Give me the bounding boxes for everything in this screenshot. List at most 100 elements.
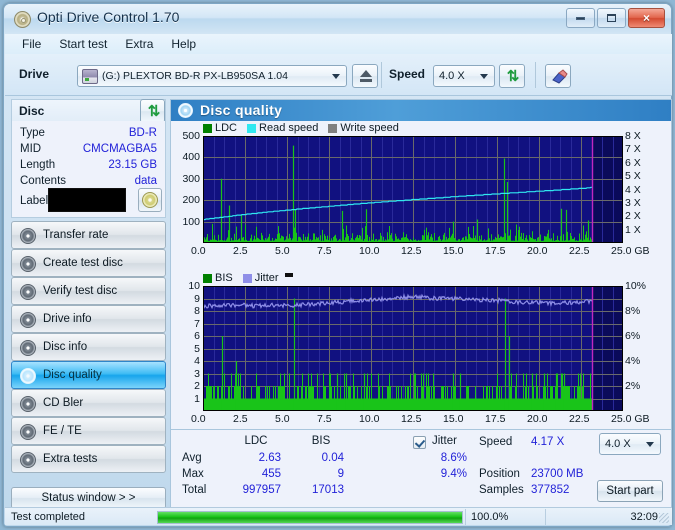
sidebar-item-label: Verify test disc [43, 285, 118, 297]
menu-item-file[interactable]: File [13, 35, 50, 53]
test-speed-select[interactable]: 4.0 X [599, 433, 661, 455]
stats-col-bis: BIS [311, 435, 331, 447]
drive-select[interactable]: (G:) PLEXTOR BD-R PX-LB950SA 1.04 [77, 65, 347, 87]
drive-select-value: (G:) PLEXTOR BD-R PX-LB950SA 1.04 [102, 70, 288, 82]
test-speed-select-value: 4.0 X [605, 438, 631, 450]
speed-label: Speed [389, 67, 426, 81]
axis-tick: 7.5 [317, 413, 332, 425]
drive-label: Drive [19, 67, 50, 81]
speed-select-value: 4.0 X [439, 70, 465, 82]
axis-tick: 400 [182, 151, 200, 164]
sidebar-item-disc-info[interactable]: Disc info [11, 333, 166, 361]
refresh-button[interactable]: ⇅ [499, 64, 525, 88]
disc-label-button[interactable] [138, 188, 162, 212]
stats-row-avg: Avg [182, 452, 202, 464]
status-percent: 100.0% [471, 511, 509, 523]
axis-tick: 25.0 GB [611, 245, 650, 257]
axis-tick: 2.5 [233, 245, 248, 257]
app-disc-icon [14, 11, 31, 28]
sidebar-item-fe-te[interactable]: FE / TE [11, 417, 166, 445]
axis-tick: 17.5 [485, 413, 506, 425]
disc-refresh-button[interactable]: ⇅ [140, 99, 165, 123]
disc-icon [20, 452, 36, 468]
chevron-down-icon [332, 74, 340, 79]
stats-position-label: Position [479, 468, 520, 480]
progress-bar-fill [158, 512, 462, 523]
ldc-read-speed-chart [203, 136, 623, 243]
axis-tick: 4 X [625, 183, 641, 196]
axis-tick: 12.5 [401, 245, 422, 257]
status-window-button[interactable]: Status window > > [11, 487, 166, 509]
stats-jitter-max: 9.4% [440, 468, 467, 480]
stats-col-ldc: LDC [244, 435, 268, 447]
axis-tick: 15.0 [443, 413, 464, 425]
axis-tick: 2 [194, 380, 200, 392]
eject-button[interactable] [352, 64, 378, 88]
stats-row-max: Max [182, 468, 204, 480]
close-button[interactable]: × [628, 8, 665, 28]
stats-ldc-max: 455 [261, 468, 281, 480]
legend-label-write-speed: Write speed [340, 122, 399, 134]
jitter-checkbox[interactable] [413, 436, 426, 449]
sidebar-item-label: Drive info [43, 313, 92, 325]
eject-icon [360, 70, 372, 82]
stats-ldc-avg: 2.63 [258, 452, 281, 464]
menu-item-help[interactable]: Help [162, 35, 205, 53]
top-chart-legend: LDC Read speed Write speed [203, 122, 406, 134]
minimize-button[interactable] [566, 8, 595, 28]
axis-tick: 5 X [625, 170, 641, 183]
axis-tick: 7 [194, 317, 200, 330]
sidebar-item-drive-info[interactable]: Drive info [11, 305, 166, 333]
drive-icon [82, 69, 98, 84]
sidebar-item-disc-quality[interactable]: Disc quality [11, 361, 166, 389]
disc-label-field[interactable] [48, 188, 126, 212]
axis-tick: 2% [625, 380, 641, 392]
menu-bar: File Start test Extra Help [5, 34, 672, 54]
disc-field-length-value: 23.15 GB [108, 159, 157, 171]
start-part-button[interactable]: Start part [597, 480, 663, 502]
axis-tick: 10 [188, 280, 200, 292]
axis-tick: 8 [194, 305, 200, 317]
application-window: Opti Drive Control 1.70 × File Start tes… [3, 3, 672, 527]
sidebar-item-extra-tests[interactable]: Extra tests [11, 445, 166, 473]
disc-icon [20, 368, 36, 384]
sidebar-item-label: Disc info [43, 341, 88, 353]
sidebar-item-transfer-rate[interactable]: Transfer rate [11, 221, 166, 249]
axis-tick: 0.0 [191, 413, 206, 425]
stats-jitter-avg: 8.6% [440, 452, 467, 464]
disc-field-mid: MID CMCMAGBA5 [12, 142, 165, 158]
maximize-icon [607, 14, 616, 22]
axis-tick: 10.0 [359, 245, 380, 257]
axis-tick: 9 [194, 292, 200, 305]
axis-tick: 5.0 [275, 245, 290, 257]
disc-field-length: Length 23.15 GB [12, 158, 165, 174]
toolbar: Drive (G:) PLEXTOR BD-R PX-LB950SA 1.04 … [5, 54, 672, 96]
menu-item-start-test[interactable]: Start test [50, 35, 116, 53]
menu-item-extra[interactable]: Extra [116, 35, 162, 53]
maximize-button[interactable] [597, 8, 626, 28]
axis-tick: 200 [182, 194, 200, 207]
disc-field-contents-value: data [134, 175, 157, 187]
disc-field-type: Type BD-R [12, 126, 165, 142]
sidebar-item-cd-bler[interactable]: CD Bler [11, 389, 166, 417]
axis-tick: 17.5 [485, 245, 506, 257]
axis-tick: 100 [182, 215, 200, 228]
sidebar-item-create-test-disc[interactable]: Create test disc [11, 249, 166, 277]
disc-icon [20, 312, 36, 328]
axis-tick: 10.0 [359, 413, 380, 425]
axis-tick: 3 [194, 367, 200, 380]
sidebar-item-verify-test-disc[interactable]: Verify test disc [11, 277, 166, 305]
minimize-icon [576, 16, 585, 20]
disc-field-mid-value: CMCMAGBA5 [82, 143, 157, 155]
speed-select[interactable]: 4.0 X [433, 65, 495, 87]
refresh-icon: ⇅ [147, 103, 161, 120]
legend-swatch-bis [203, 273, 212, 283]
panel-title: Disc quality [200, 102, 283, 118]
axis-tick: 6 X [625, 156, 641, 169]
legend-swatch-write-speed [328, 123, 338, 133]
statistics-panel: LDC BIS Jitter Avg Max Total 2.63 455 99… [170, 429, 672, 509]
window-title: Opti Drive Control 1.70 [37, 9, 180, 25]
axis-tick: 22.5 [569, 413, 590, 425]
resize-grip[interactable] [659, 513, 669, 523]
erase-button[interactable] [545, 64, 571, 88]
